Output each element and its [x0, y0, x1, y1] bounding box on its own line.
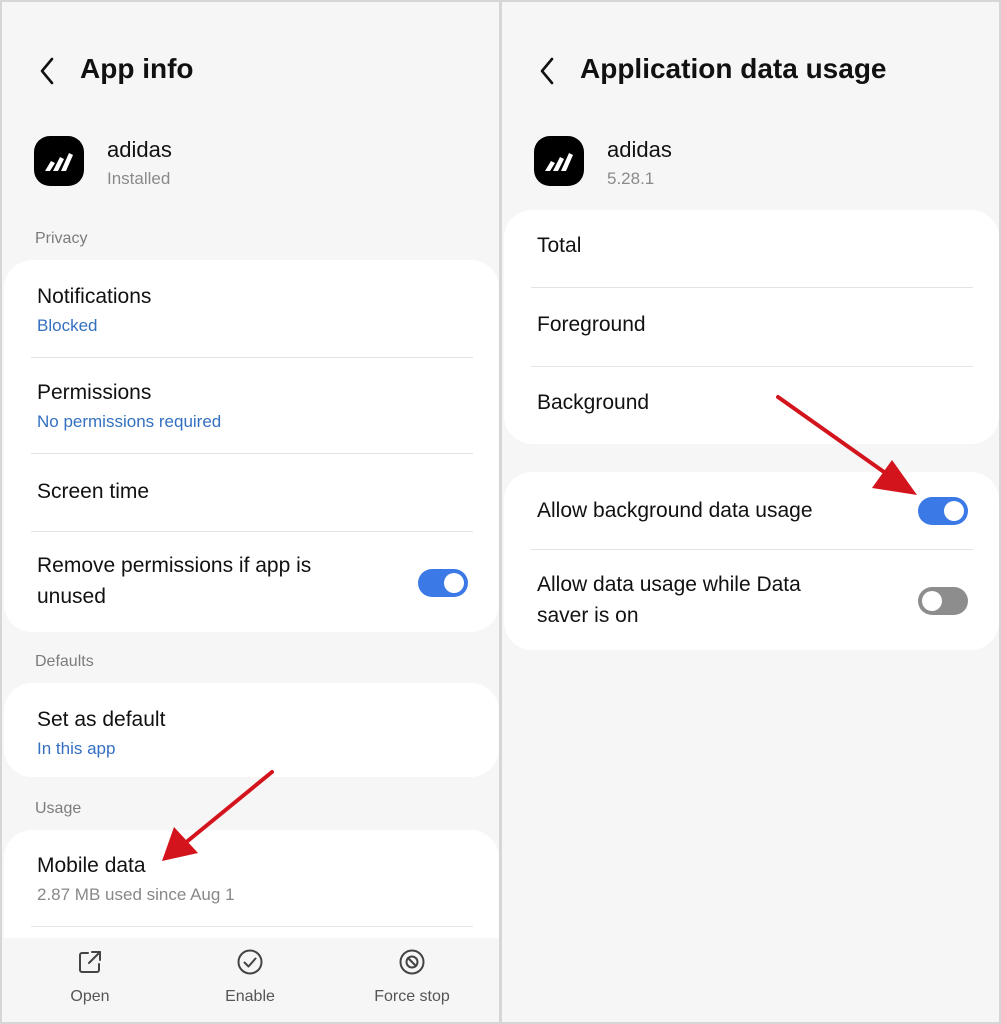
- set-as-default-title: Set as default: [37, 708, 166, 731]
- privacy-card: Notifications Blocked Permissions No per…: [4, 260, 499, 632]
- remove-permissions-title-line1: Remove permissions if app is: [37, 554, 312, 577]
- total-label: Total: [537, 234, 582, 257]
- toggle-knob: [944, 501, 964, 521]
- mobile-data-title: Mobile data: [37, 854, 146, 877]
- check-circle-icon: [237, 949, 263, 975]
- open-button[interactable]: Open: [30, 948, 150, 1006]
- stop-circle-icon: [399, 949, 425, 975]
- notifications-status: Blocked: [37, 316, 98, 335]
- page-title: App info: [80, 53, 194, 84]
- application-data-usage-screen: Application data usage adidas 5.28.1 Tot…: [502, 2, 999, 1022]
- allow-data-saver-toggle[interactable]: [918, 587, 968, 615]
- open-external-icon: [79, 951, 101, 973]
- notifications-item[interactable]: Notifications Blocked: [4, 260, 499, 358]
- screen-time-item[interactable]: Screen time: [4, 454, 499, 532]
- force-stop-label: Force stop: [374, 988, 450, 1005]
- permissions-title: Permissions: [37, 381, 152, 404]
- set-as-default-item[interactable]: Set as default In this app: [4, 683, 499, 777]
- allow-data-saver-title-line1: Allow data usage while Data: [537, 573, 801, 596]
- mobile-data-usage: 2.87 MB used since Aug 1: [37, 885, 235, 904]
- bottom-action-bar: Open Enable Force stop: [2, 938, 499, 1022]
- usage-breakdown-card: Total Foreground Background: [504, 210, 999, 444]
- adidas-app-icon: [534, 136, 584, 186]
- allow-background-data-item[interactable]: Allow background data usage: [504, 472, 999, 550]
- background-label: Background: [537, 391, 650, 414]
- enable-label: Enable: [225, 988, 275, 1005]
- app-name: adidas: [607, 137, 672, 162]
- foreground-item: Foreground: [504, 288, 999, 366]
- adidas-app-icon: [34, 136, 84, 186]
- allow-background-data-title: Allow background data usage: [537, 499, 813, 522]
- toggle-knob: [922, 591, 942, 611]
- total-item: Total: [504, 210, 999, 288]
- notifications-title: Notifications: [37, 285, 152, 308]
- defaults-card: Set as default In this app: [4, 683, 499, 777]
- screen-time-title: Screen time: [37, 480, 150, 503]
- background-item: Background: [504, 367, 999, 444]
- toggle-knob: [444, 573, 464, 593]
- allow-data-saver-item[interactable]: Allow data usage while Data saver is on: [504, 550, 999, 650]
- data-usage-header: Application data usage: [502, 46, 999, 96]
- app-info-header: App info: [2, 46, 499, 96]
- app-info-screen: App info adidas Installed Privacy Notifi…: [2, 2, 499, 1022]
- section-label-defaults: Defaults: [35, 653, 94, 670]
- back-button[interactable]: [532, 54, 562, 88]
- open-label: Open: [70, 988, 110, 1005]
- data-settings-card: Allow background data usage Allow data u…: [504, 472, 999, 650]
- foreground-label: Foreground: [537, 313, 646, 336]
- app-version: 5.28.1: [607, 169, 655, 188]
- usage-card: Mobile data 2.87 MB used since Aug 1: [4, 830, 499, 938]
- divider: [31, 926, 473, 927]
- force-stop-button[interactable]: Force stop: [352, 948, 472, 1006]
- set-as-default-status: In this app: [37, 739, 116, 758]
- remove-permissions-toggle[interactable]: [418, 569, 468, 597]
- remove-permissions-item[interactable]: Remove permissions if app is unused: [4, 532, 499, 632]
- allow-background-data-toggle[interactable]: [918, 497, 968, 525]
- enable-button[interactable]: Enable: [190, 948, 310, 1006]
- section-label-privacy: Privacy: [35, 230, 88, 247]
- chevron-left-icon: [40, 57, 54, 85]
- mobile-data-item[interactable]: Mobile data 2.87 MB used since Aug 1: [4, 830, 499, 926]
- permissions-item[interactable]: Permissions No permissions required: [4, 358, 499, 454]
- section-label-usage: Usage: [35, 800, 82, 817]
- permissions-status: No permissions required: [37, 412, 222, 431]
- app-install-status: Installed: [107, 169, 171, 188]
- remove-permissions-title-line2: unused: [37, 585, 106, 608]
- allow-data-saver-title-line2: saver is on: [537, 604, 639, 627]
- app-name: adidas: [107, 137, 172, 162]
- back-button[interactable]: [32, 54, 62, 88]
- page-title: Application data usage: [580, 53, 887, 84]
- chevron-left-icon: [540, 57, 554, 85]
